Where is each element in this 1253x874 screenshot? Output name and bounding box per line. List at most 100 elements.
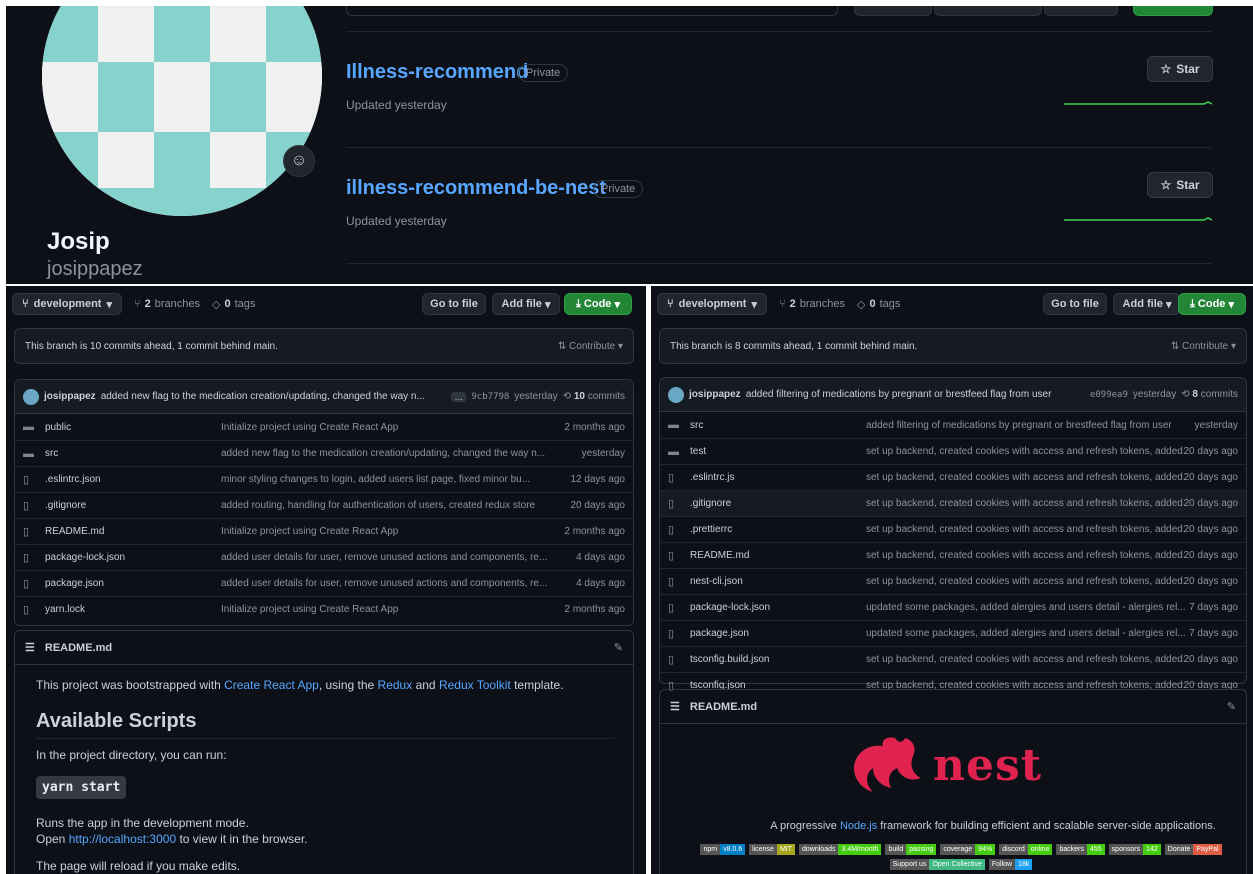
badge[interactable]: Follow 18k	[988, 859, 1033, 870]
file-commit-message[interactable]: set up backend, created cookies with acc…	[866, 472, 1184, 483]
filter-language-button[interactable]	[934, 6, 1042, 16]
file-name[interactable]: README.md	[684, 550, 866, 561]
redux-toolkit-link[interactable]: Redux Toolkit	[439, 678, 511, 692]
file-name[interactable]: package.json	[39, 578, 221, 589]
commits-link[interactable]: ⟲ 10 commits	[563, 391, 625, 402]
file-commit-message[interactable]: Initialize project using Create React Ap…	[221, 526, 564, 537]
file-row[interactable]: ▯ tsconfig.build.json set up backend, crea…	[660, 646, 1246, 672]
file-row[interactable]: ▯ README.md set up backend, created cookie…	[660, 542, 1246, 568]
file-name[interactable]: .prettierrc	[684, 524, 866, 535]
file-row[interactable]: ▬ public Initialize project using Create R…	[15, 414, 633, 440]
file-row[interactable]: ▯ package.json updated some packages, adde…	[660, 620, 1246, 646]
pencil-icon[interactable]: ✎	[1227, 700, 1236, 713]
readme-title[interactable]: README.md	[45, 642, 112, 654]
file-row[interactable]: ▯ .gitignore set up backend, created cooki…	[660, 490, 1246, 516]
file-commit-message[interactable]: set up backend, created cookies with acc…	[866, 524, 1184, 535]
file-name[interactable]: src	[39, 448, 221, 459]
add-file-button[interactable]: Add file ▾	[1113, 293, 1181, 315]
file-name[interactable]: README.md	[39, 526, 221, 537]
repo-search-input[interactable]	[346, 6, 838, 16]
file-row[interactable]: ▬ test set up backend, created cookies wit…	[660, 438, 1246, 464]
nodejs-link[interactable]: Node.js	[840, 820, 877, 832]
commit-sha[interactable]: 9cb7798	[471, 392, 509, 402]
badge[interactable]: coverage 94%	[940, 844, 996, 855]
pinned-repo-link[interactable]: Illness-recommend	[346, 61, 528, 84]
contribute-button[interactable]: ⇅ Contribute ▾	[558, 341, 623, 352]
file-row[interactable]: ▯ package.json added user details for user…	[15, 570, 633, 596]
go-to-file-button[interactable]: Go to file	[422, 293, 486, 315]
contribute-button[interactable]: ⇅ Contribute ▾	[1171, 341, 1236, 352]
file-commit-message[interactable]: Initialize project using Create React Ap…	[221, 604, 564, 615]
branch-select[interactable]: ⑂ development ▾	[657, 293, 767, 315]
file-row[interactable]: ▬ src added filtering of medications by pr…	[660, 412, 1246, 438]
file-name[interactable]: .gitignore	[684, 498, 866, 509]
file-name[interactable]: package-lock.json	[39, 552, 221, 563]
file-name[interactable]: .eslintrc.js	[684, 472, 866, 483]
new-repo-button[interactable]	[1133, 6, 1213, 16]
commit-sha[interactable]: e099ea9	[1090, 390, 1128, 400]
file-commit-message[interactable]: minor styling changes to login, added us…	[221, 474, 571, 485]
avatar[interactable]	[23, 388, 39, 405]
go-to-file-button[interactable]: Go to file	[1043, 293, 1107, 315]
star-button[interactable]: ☆ Star	[1147, 56, 1213, 82]
badge[interactable]: build passing	[885, 844, 937, 855]
file-row[interactable]: ▬ src added new flag to the medication cre…	[15, 440, 633, 466]
file-commit-message[interactable]: updated some packages, added alergies an…	[866, 602, 1189, 613]
file-commit-message[interactable]: added new flag to the medication creatio…	[221, 448, 582, 459]
file-commit-message[interactable]: set up backend, created cookies with acc…	[866, 576, 1184, 587]
file-commit-message[interactable]: added user details for user, remove unus…	[221, 578, 576, 589]
file-row[interactable]: ▯ .prettierrc set up backend, created cook…	[660, 516, 1246, 542]
file-row[interactable]: ▯ nest-cli.json set up backend, created co…	[660, 568, 1246, 594]
badge[interactable]: license MIT	[749, 844, 796, 855]
code-button[interactable]: ⤓ Code ▾	[564, 293, 632, 315]
expand-commit-button[interactable]: …	[451, 391, 467, 402]
file-row[interactable]: ▯ .gitignore added routing, handling for a…	[15, 492, 633, 518]
file-name[interactable]: nest-cli.json	[684, 576, 866, 587]
nest-logo[interactable]: nest	[847, 734, 1042, 796]
file-commit-message[interactable]: set up backend, created cookies with acc…	[866, 446, 1184, 457]
pinned-repo-link[interactable]: illness-recommend-be-nest	[346, 177, 606, 200]
commit-message[interactable]: added new flag to the medication creatio…	[101, 391, 447, 402]
file-commit-message[interactable]: set up backend, created cookies with acc…	[866, 550, 1184, 561]
file-name[interactable]: package.json	[684, 628, 866, 639]
file-row[interactable]: ▯ yarn.lock Initialize project using Creat…	[15, 596, 633, 622]
badge[interactable]: npm v8.0.6	[700, 844, 746, 855]
badge[interactable]: backers 455	[1056, 844, 1105, 855]
tags-link[interactable]: ◇ 0 tags	[212, 298, 255, 311]
file-commit-message[interactable]: updated some packages, added alergies an…	[866, 628, 1189, 639]
file-name[interactable]: .gitignore	[39, 500, 221, 511]
smiley-icon[interactable]: ☺	[283, 145, 315, 177]
file-name[interactable]: test	[684, 446, 866, 457]
readme-title[interactable]: README.md	[690, 701, 757, 713]
avatar[interactable]	[42, 6, 322, 216]
file-row[interactable]: ▯ package-lock.json added user details for…	[15, 544, 633, 570]
pencil-icon[interactable]: ✎	[614, 641, 623, 654]
list-icon[interactable]: ☰	[670, 700, 680, 713]
file-row[interactable]: ▯ .eslintrc.json minor styling changes to …	[15, 466, 633, 492]
file-name[interactable]: tsconfig.build.json	[684, 654, 866, 665]
list-icon[interactable]: ☰	[25, 641, 35, 654]
commit-message[interactable]: added filtering of medications by pregna…	[746, 389, 1085, 400]
tags-link[interactable]: ◇ 0 tags	[857, 298, 900, 311]
file-commit-message[interactable]: added user details for user, remove unus…	[221, 552, 576, 563]
avatar[interactable]	[668, 386, 684, 403]
file-commit-message[interactable]: set up backend, created cookies with acc…	[866, 498, 1184, 509]
file-commit-message[interactable]: Initialize project using Create React Ap…	[221, 422, 564, 433]
commits-link[interactable]: ⟲ 8 commits	[1181, 389, 1238, 400]
badge[interactable]: Donate PayPal	[1164, 844, 1222, 855]
code-button[interactable]: ⤓ Code ▾	[1178, 293, 1246, 315]
badge[interactable]: sponsors 142	[1108, 844, 1161, 855]
file-commit-message[interactable]: added routing, handling for authenticati…	[221, 500, 571, 511]
sort-button[interactable]	[1044, 6, 1118, 16]
file-name[interactable]: .eslintrc.json	[39, 474, 221, 485]
file-row[interactable]: ▯ .eslintrc.js set up backend, created coo…	[660, 464, 1246, 490]
redux-link[interactable]: Redux	[378, 678, 413, 692]
file-name[interactable]: package-lock.json	[684, 602, 866, 613]
file-commit-message[interactable]: added filtering of medications by pregna…	[866, 420, 1195, 431]
create-react-app-link[interactable]: Create React App	[224, 678, 319, 692]
badge[interactable]: Support us Open Collective	[889, 859, 985, 870]
branches-link[interactable]: ⑂ 2 branches	[779, 298, 845, 310]
file-row[interactable]: ▯ package-lock.json updated some packages,…	[660, 594, 1246, 620]
branch-select[interactable]: ⑂ development ▾	[12, 293, 122, 315]
branches-link[interactable]: ⑂ 2 branches	[134, 298, 200, 310]
